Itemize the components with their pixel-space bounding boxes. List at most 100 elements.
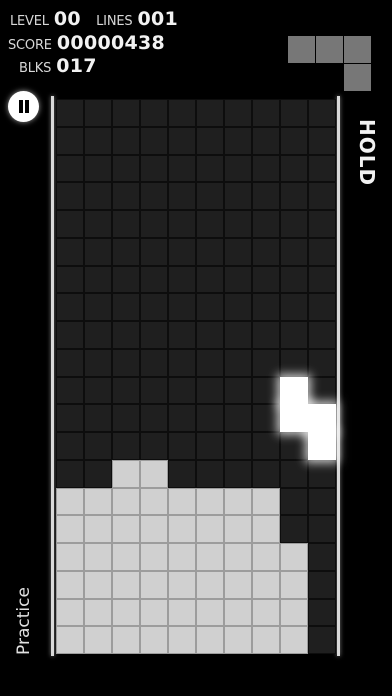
- empty-cell: [112, 376, 140, 405]
- empty-cell: [84, 321, 112, 349]
- locked-block: [140, 570, 168, 599]
- empty-cell: [56, 293, 84, 321]
- hold-button[interactable]: HOLD: [355, 119, 379, 191]
- empty-cell: [140, 432, 168, 460]
- locked-block: [280, 570, 308, 599]
- locked-block: [224, 598, 252, 627]
- empty-cell: [308, 265, 336, 294]
- empty-cell: [308, 626, 336, 654]
- locked-block: [252, 570, 280, 599]
- empty-cell: [308, 459, 336, 488]
- empty-cell: [196, 237, 224, 266]
- empty-cell: [140, 126, 168, 155]
- empty-cell: [56, 182, 84, 210]
- empty-cell: [84, 376, 112, 405]
- empty-cell: [140, 265, 168, 294]
- empty-cell: [56, 432, 84, 460]
- empty-cell: [308, 237, 336, 266]
- locked-block: [168, 626, 196, 654]
- empty-cell: [252, 237, 280, 266]
- empty-cell: [280, 487, 308, 516]
- locked-block: [56, 487, 84, 516]
- mode-label: Practice: [14, 587, 34, 655]
- locked-block: [168, 515, 196, 543]
- empty-cell: [224, 293, 252, 321]
- empty-cell: [84, 126, 112, 155]
- empty-cell: [252, 293, 280, 321]
- locked-block: [84, 487, 112, 516]
- empty-cell: [196, 376, 224, 405]
- empty-cell: [280, 99, 308, 127]
- empty-cell: [196, 154, 224, 183]
- empty-cell: [196, 126, 224, 155]
- empty-cell: [168, 348, 196, 377]
- empty-cell: [224, 99, 252, 127]
- empty-cell: [112, 99, 140, 127]
- empty-cell: [308, 376, 336, 405]
- empty-cell: [196, 432, 224, 460]
- empty-cell: [224, 210, 252, 238]
- empty-cell: [196, 348, 224, 377]
- empty-cell: [168, 99, 196, 127]
- locked-block: [56, 543, 84, 571]
- empty-cell: [224, 348, 252, 377]
- empty-cell: [308, 348, 336, 377]
- locked-block: [84, 626, 112, 654]
- empty-cell: [112, 237, 140, 266]
- locked-block: [140, 598, 168, 627]
- empty-cell: [196, 99, 224, 127]
- empty-cell: [168, 404, 196, 432]
- empty-cell: [252, 154, 280, 183]
- empty-cell: [140, 182, 168, 210]
- empty-cell: [252, 404, 280, 432]
- locked-block: [196, 598, 224, 627]
- empty-cell: [280, 126, 308, 155]
- empty-cell: [56, 459, 84, 488]
- empty-cell: [280, 210, 308, 238]
- locked-block: [56, 570, 84, 599]
- empty-cell: [84, 237, 112, 266]
- empty-cell: [56, 404, 84, 432]
- locked-block: [112, 515, 140, 543]
- locked-block: [280, 626, 308, 654]
- empty-cell: [196, 321, 224, 349]
- locked-block: [252, 487, 280, 516]
- empty-cell: [112, 321, 140, 349]
- empty-cell: [280, 432, 308, 460]
- empty-cell: [308, 515, 336, 543]
- empty-cell: [280, 154, 308, 183]
- empty-cell: [56, 321, 84, 349]
- locked-block: [280, 543, 308, 571]
- empty-cell: [224, 376, 252, 405]
- game-board[interactable]: [56, 99, 336, 654]
- empty-cell: [56, 376, 84, 405]
- empty-cell: [112, 404, 140, 432]
- empty-cell: [112, 126, 140, 155]
- next-piece-block: [344, 36, 371, 63]
- empty-cell: [252, 210, 280, 238]
- empty-cell: [308, 321, 336, 349]
- active-piece-block: [280, 404, 308, 432]
- empty-cell: [224, 432, 252, 460]
- empty-cell: [252, 265, 280, 294]
- empty-cell: [168, 459, 196, 488]
- locked-block: [168, 570, 196, 599]
- empty-cell: [196, 293, 224, 321]
- level-value: 00: [53, 8, 81, 30]
- empty-cell: [308, 293, 336, 321]
- empty-cell: [308, 99, 336, 127]
- empty-cell: [84, 154, 112, 183]
- empty-cell: [252, 432, 280, 460]
- pause-button[interactable]: [8, 91, 39, 122]
- locked-block: [56, 598, 84, 627]
- locked-block: [112, 598, 140, 627]
- locked-block: [280, 598, 308, 627]
- empty-cell: [168, 321, 196, 349]
- empty-cell: [280, 321, 308, 349]
- next-piece-block: [288, 36, 315, 63]
- score-row: SCORE 00000438: [8, 32, 165, 54]
- empty-cell: [280, 459, 308, 488]
- empty-cell: [280, 182, 308, 210]
- empty-cell: [140, 293, 168, 321]
- locked-block: [252, 515, 280, 543]
